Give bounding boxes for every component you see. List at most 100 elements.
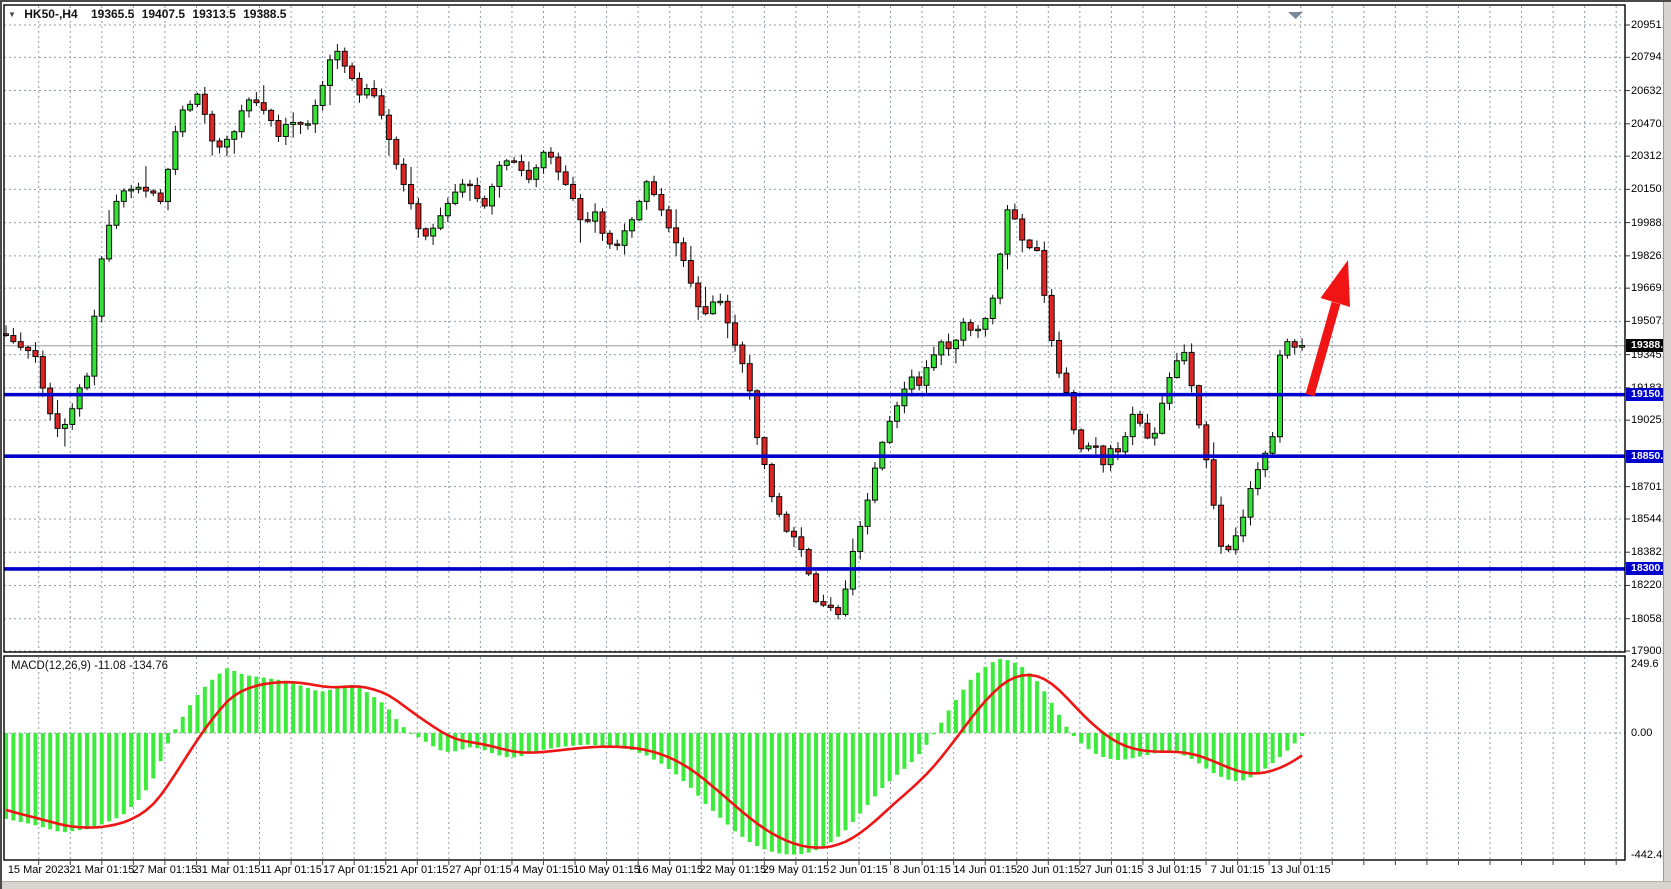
- macd-bar: [100, 733, 104, 824]
- macd-bar: [218, 674, 222, 733]
- macd-bar: [1057, 715, 1061, 733]
- candle: [143, 187, 148, 191]
- candle: [92, 316, 97, 376]
- macd-bar: [1204, 733, 1208, 768]
- macd-bar: [129, 733, 133, 807]
- candle: [107, 225, 112, 259]
- candle: [629, 220, 634, 231]
- macd-bar: [365, 692, 369, 733]
- chart-window: ▼ HK50-,H4 19365.5 19407.5 19313.5 19388…: [0, 0, 1671, 889]
- candle: [917, 377, 922, 385]
- macd-bar: [1197, 733, 1201, 763]
- candle: [460, 184, 465, 192]
- candle: [1020, 219, 1025, 240]
- chart-canvas[interactable]: [2, 2, 1671, 889]
- macd-bar: [247, 676, 251, 733]
- candle: [843, 589, 848, 614]
- macd-bar: [704, 733, 708, 804]
- macd-bar: [1094, 733, 1098, 754]
- macd-bar: [262, 678, 266, 733]
- candle: [710, 302, 715, 314]
- macd-bar: [1138, 733, 1142, 757]
- candle: [298, 122, 303, 124]
- dropdown-triangle-icon[interactable]: ▼: [8, 10, 16, 19]
- macd-bar: [350, 685, 354, 733]
- candle: [379, 96, 384, 115]
- macd-bar: [762, 733, 766, 849]
- macd-bar: [166, 733, 170, 743]
- candle: [674, 228, 679, 243]
- macd-bar: [991, 662, 995, 733]
- macd-bar: [733, 733, 737, 831]
- candle: [232, 132, 237, 140]
- macd-bar: [291, 683, 295, 733]
- candle: [77, 388, 82, 409]
- macd-bar: [512, 733, 516, 757]
- candle: [961, 323, 966, 341]
- candle: [11, 336, 16, 342]
- macd-bar: [269, 679, 273, 733]
- candle: [541, 152, 546, 167]
- macd-bar: [696, 733, 700, 796]
- macd-bar: [755, 733, 759, 846]
- window-bottom-edge: [2, 881, 1671, 889]
- candle: [534, 168, 539, 180]
- candle: [416, 204, 421, 229]
- candle: [26, 347, 31, 350]
- candle: [571, 184, 576, 198]
- candle: [1300, 346, 1305, 348]
- macd-bar: [19, 733, 23, 822]
- macd-bar: [939, 723, 943, 733]
- macd-bar: [240, 674, 244, 733]
- macd-bar: [284, 681, 288, 733]
- candle: [202, 94, 207, 114]
- candle: [953, 340, 958, 348]
- macd-bar: [335, 688, 339, 733]
- macd-bar: [424, 733, 428, 742]
- candle: [350, 66, 355, 78]
- macd-bar: [969, 680, 973, 733]
- macd-bar: [527, 733, 531, 753]
- candle: [1012, 210, 1017, 219]
- macd-bar: [1050, 703, 1054, 733]
- candle: [320, 85, 325, 105]
- candle: [269, 110, 274, 120]
- candle: [423, 229, 428, 236]
- macd-bar: [1278, 733, 1282, 757]
- macd-bar: [1101, 733, 1105, 757]
- candle: [305, 124, 310, 125]
- candle: [777, 497, 782, 515]
- macd-bar: [740, 733, 744, 837]
- candle: [924, 368, 929, 386]
- candle: [666, 210, 671, 228]
- candle: [1174, 361, 1179, 378]
- macd-bar: [880, 733, 884, 788]
- macd-bar: [497, 733, 501, 755]
- candle: [173, 132, 178, 170]
- support-resistance-levels[interactable]: [4, 395, 1625, 569]
- candle: [394, 139, 399, 164]
- candle: [1167, 378, 1172, 404]
- candle: [1123, 437, 1128, 452]
- candle: [718, 301, 723, 302]
- macd-bar: [542, 733, 546, 750]
- macd-bar: [151, 733, 155, 778]
- candle: [652, 182, 657, 195]
- candle: [755, 391, 760, 438]
- macd-bar: [858, 733, 862, 813]
- candle: [688, 261, 693, 284]
- macd-bar: [438, 733, 442, 750]
- candle: [578, 199, 583, 220]
- candle: [328, 60, 333, 86]
- macd-bar: [1072, 733, 1076, 736]
- macd-bar: [1300, 733, 1304, 736]
- trend-arrow[interactable]: [1310, 260, 1350, 395]
- macd-bar: [144, 733, 148, 790]
- candle: [504, 161, 509, 166]
- macd-bar: [947, 710, 951, 733]
- candle: [1255, 470, 1260, 489]
- ohlc-values: 19365.5 19407.5 19313.5 19388.5: [91, 7, 287, 21]
- candle: [615, 244, 620, 245]
- candle: [210, 114, 215, 141]
- macd-bar: [48, 733, 52, 829]
